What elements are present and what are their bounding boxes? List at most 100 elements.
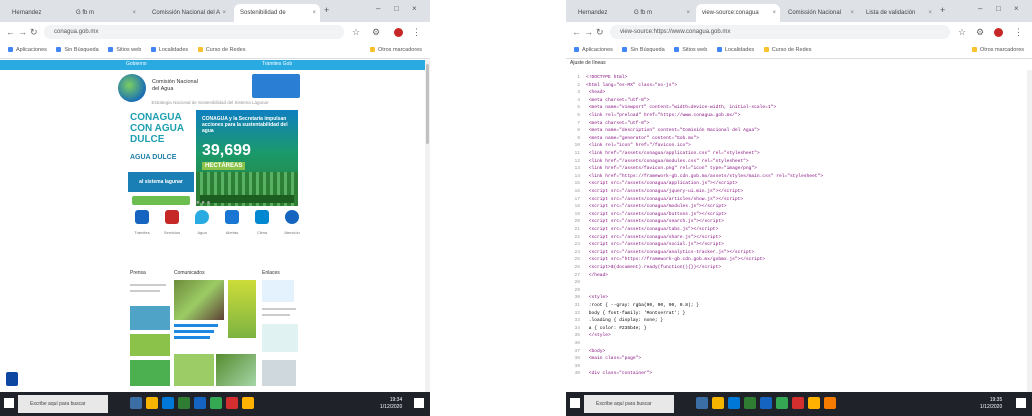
- forward-icon[interactable]: →: [18, 27, 27, 37]
- carousel-dots[interactable]: ● ● ●: [196, 200, 210, 206]
- excel-icon[interactable]: [178, 397, 190, 409]
- header-banner[interactable]: [252, 74, 300, 98]
- conagua-logo[interactable]: [118, 74, 146, 102]
- tab-gmail[interactable]: G fb m ×: [70, 4, 140, 22]
- star-icon[interactable]: ☆: [352, 27, 360, 38]
- back-icon[interactable]: ←: [572, 27, 581, 37]
- forward-icon[interactable]: →: [584, 27, 593, 37]
- back-icon[interactable]: ←: [6, 27, 15, 37]
- maximize-icon[interactable]: □: [996, 4, 1001, 13]
- minimize-icon[interactable]: –: [376, 4, 380, 13]
- news-link-line[interactable]: [174, 330, 214, 333]
- avatar[interactable]: [394, 28, 403, 37]
- bookmark-item[interactable]: Curso de Redes: [197, 42, 245, 58]
- word-icon[interactable]: [194, 397, 206, 409]
- bookmark-item[interactable]: Sitios web: [674, 42, 707, 58]
- news-thumbnail[interactable]: [130, 306, 170, 330]
- news-link-line[interactable]: [174, 324, 218, 327]
- close-icon[interactable]: ×: [686, 4, 690, 22]
- tab-view-source[interactable]: view-source:conagua ×: [696, 4, 780, 22]
- bookmark-item[interactable]: Sitios web: [108, 42, 141, 58]
- clock[interactable]: 19:34 1/12/2020: [380, 397, 402, 411]
- chat-button[interactable]: [6, 372, 18, 386]
- tab-gmail[interactable]: G fb m ×: [628, 4, 694, 22]
- line-wrap-toggle[interactable]: Ajuste de líneas: [570, 60, 606, 66]
- news-photo[interactable]: [174, 280, 224, 320]
- service-agua[interactable]: Agua: [188, 210, 216, 235]
- new-tab-icon[interactable]: +: [940, 5, 945, 15]
- service-servicios[interactable]: Servicios: [158, 210, 186, 235]
- page-scrollbar[interactable]: [425, 60, 430, 392]
- chrome-icon[interactable]: [776, 397, 788, 409]
- close-window-icon[interactable]: ×: [1014, 4, 1019, 13]
- bookmark-item[interactable]: Localidades: [150, 42, 188, 58]
- star-icon[interactable]: ☆: [958, 27, 966, 38]
- new-tab-icon[interactable]: +: [324, 5, 329, 15]
- enlace-banner[interactable]: [262, 280, 294, 302]
- taskbar-search[interactable]: Escribe aquí para buscar: [584, 395, 674, 413]
- sibc-banner[interactable]: [262, 324, 298, 352]
- source-scrollbar[interactable]: [1027, 70, 1032, 392]
- tab-sostenibilidad[interactable]: Sostenibilidad de ×: [234, 4, 320, 22]
- edge-icon[interactable]: [162, 397, 174, 409]
- tab-hernandez[interactable]: Hernandez: [6, 4, 66, 22]
- bookmark-item[interactable]: Aplicaciones: [574, 42, 613, 58]
- service-tramites[interactable]: Trámites: [128, 210, 156, 235]
- close-window-icon[interactable]: ×: [412, 4, 417, 13]
- other-bookmarks[interactable]: Otros marcadores: [971, 42, 1024, 58]
- bookmark-item[interactable]: Curso de Redes: [763, 42, 811, 58]
- reload-icon[interactable]: ↻: [596, 27, 604, 38]
- gobierno-link[interactable]: Gobierno: [126, 61, 147, 67]
- taskbar-search[interactable]: Escribe aquí para buscar: [18, 395, 108, 413]
- service-atencion[interactable]: Atención: [278, 210, 306, 235]
- tab-hernandez[interactable]: Hernandez: [572, 4, 626, 22]
- chrome-icon[interactable]: [210, 397, 222, 409]
- bookmark-item[interactable]: Localidades: [716, 42, 754, 58]
- minimize-icon[interactable]: –: [978, 4, 982, 13]
- extensions-icon[interactable]: ⚙: [976, 27, 984, 38]
- avatar[interactable]: [994, 28, 1003, 37]
- windows-start-icon[interactable]: [570, 398, 580, 408]
- maximize-icon[interactable]: □: [394, 4, 399, 13]
- other-bookmarks[interactable]: Otros marcadores: [369, 42, 422, 58]
- service-alertas[interactable]: Alertas: [218, 210, 246, 235]
- app-icon[interactable]: [808, 397, 820, 409]
- edge-icon[interactable]: [728, 397, 740, 409]
- bookmark-item[interactable]: Sin Búsqueda: [56, 42, 99, 58]
- notifications-icon[interactable]: [414, 398, 424, 408]
- address-bar[interactable]: conagua.gob.mx: [44, 25, 344, 39]
- close-icon[interactable]: ×: [772, 4, 776, 22]
- source-code-view[interactable]: 1 <!DOCTYPE html> 2 <html lang="es-MX" clas…: [566, 70, 1032, 392]
- tramites-link[interactable]: Trámites Gob: [262, 61, 292, 67]
- tab-lista[interactable]: Lista de validación ×: [860, 4, 936, 22]
- reload-icon[interactable]: ↻: [30, 27, 38, 38]
- close-icon[interactable]: ×: [928, 4, 932, 22]
- excel-icon[interactable]: [744, 397, 756, 409]
- windows-start-icon[interactable]: [4, 398, 14, 408]
- app-icon[interactable]: [824, 397, 836, 409]
- task-view-icon[interactable]: [130, 397, 142, 409]
- task-view-icon[interactable]: [696, 397, 708, 409]
- promo-banner-agua-dulce[interactable]: CONAGUA CON AGUA DULCE AGUA DULCE al sis…: [128, 110, 194, 206]
- tab-conagua[interactable]: Comissión Nacional ×: [782, 4, 858, 22]
- app-icon[interactable]: [242, 397, 254, 409]
- news-thumbnail[interactable]: [130, 334, 170, 356]
- word-icon[interactable]: [760, 397, 772, 409]
- menu-icon[interactable]: ⋮: [412, 27, 421, 38]
- address-bar[interactable]: view-source:https://www.conagua.gob.mx: [610, 25, 950, 39]
- news-thumbnail[interactable]: [130, 360, 170, 386]
- service-clima[interactable]: Clima: [248, 210, 276, 235]
- close-icon[interactable]: ×: [850, 4, 854, 22]
- promo-banner-hectareas[interactable]: CONAGUA y la Secretaría impulsan accione…: [196, 110, 298, 206]
- close-icon[interactable]: ×: [312, 4, 316, 22]
- tab-conagua[interactable]: Comissión Nacional del A ×: [146, 4, 230, 22]
- close-icon[interactable]: ×: [132, 4, 136, 22]
- file-explorer-icon[interactable]: [712, 397, 724, 409]
- file-explorer-icon[interactable]: [146, 397, 158, 409]
- news-link-line[interactable]: [174, 336, 210, 339]
- notifications-icon[interactable]: [1016, 398, 1026, 408]
- menu-icon[interactable]: ⋮: [1014, 27, 1023, 38]
- extensions-icon[interactable]: ⚙: [372, 27, 380, 38]
- app-icon[interactable]: [792, 397, 804, 409]
- clock[interactable]: 19:35 1/12/2020: [980, 397, 1002, 411]
